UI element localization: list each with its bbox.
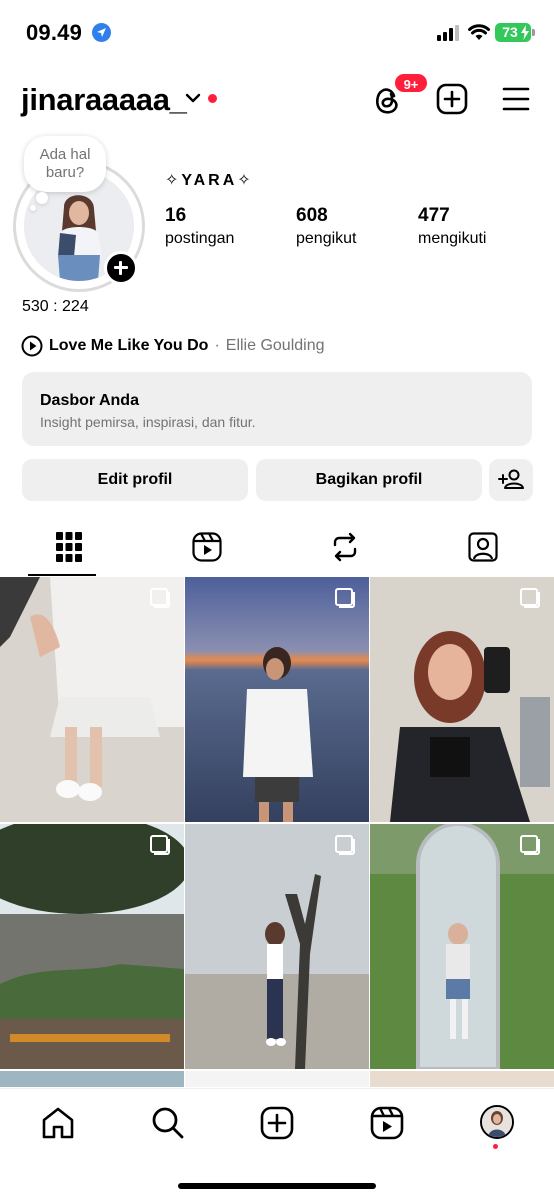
post-thumbnail[interactable] <box>185 1071 369 1087</box>
create-icon[interactable] <box>259 1105 295 1141</box>
carousel-icon <box>335 835 355 855</box>
stat-label: postingan <box>165 230 235 247</box>
note-bubble-tail-small <box>30 205 36 211</box>
stat-followers[interactable]: 608 pengikut <box>296 205 357 248</box>
username[interactable]: jinaraaaaa_ <box>21 82 187 118</box>
dashboard-subtitle: Insight pemirsa, inspirasi, dan fitur. <box>40 414 256 430</box>
tagged-icon <box>468 532 498 562</box>
post-thumbnail[interactable] <box>370 577 554 822</box>
song-artist: Ellie Goulding <box>225 337 325 354</box>
note-bubble[interactable]: Ada hal baru? <box>24 136 106 192</box>
note-bubble-tail <box>36 192 48 204</box>
stat-value: 608 <box>296 205 328 226</box>
repost-icon <box>333 532 357 562</box>
reels-icon[interactable] <box>369 1105 405 1141</box>
share-profile-button[interactable]: Bagikan profil <box>256 459 482 501</box>
tab-posts-grid[interactable] <box>0 522 148 576</box>
profile-notification-dot <box>493 1144 498 1149</box>
song-title: Love Me Like You Do <box>49 337 209 354</box>
stat-label: mengikuti <box>418 230 487 247</box>
carousel-icon <box>520 588 540 608</box>
location-arrow-icon <box>92 23 111 42</box>
stat-value: 16 <box>165 205 187 226</box>
stat-label: pengikut <box>296 230 357 247</box>
battery-indicator: 73 <box>495 23 531 42</box>
stat-following[interactable]: 477 mengikuti <box>418 205 486 248</box>
discover-people-button[interactable] <box>489 459 533 501</box>
carousel-icon <box>335 588 355 608</box>
notification-dot <box>208 94 217 103</box>
threads-badge: 9+ <box>393 72 429 94</box>
search-icon[interactable] <box>150 1105 186 1141</box>
tab-reels[interactable] <box>148 522 296 576</box>
profile-header: jinaraaaaa_ 9+ <box>0 72 554 128</box>
status-bar: 09.49 73 <box>0 0 554 62</box>
edit-profile-button[interactable]: Edit profil <box>22 459 248 501</box>
battery-level: 73 <box>502 24 518 40</box>
battery-cap <box>532 29 535 36</box>
wifi-icon <box>468 24 490 40</box>
post-thumbnail[interactable] <box>0 824 184 1069</box>
status-time: 09.49 <box>26 20 83 45</box>
posts-grid <box>0 577 554 1087</box>
active-tab-indicator <box>28 574 96 576</box>
grid-icon <box>56 532 82 562</box>
tab-tagged[interactable] <box>444 522 554 576</box>
post-thumbnail[interactable] <box>0 1071 184 1087</box>
tab-reposts[interactable] <box>296 522 444 576</box>
post-thumbnail[interactable] <box>370 1071 554 1087</box>
stat-value: 477 <box>418 205 450 226</box>
add-person-icon <box>498 469 524 489</box>
carousel-icon <box>150 835 170 855</box>
chevron-down-icon[interactable] <box>185 92 201 104</box>
professional-dashboard[interactable]: Dasbor Anda Insight pemirsa, inspirasi, … <box>22 372 532 446</box>
charging-bolt-icon <box>521 25 529 40</box>
carousel-icon <box>520 835 540 855</box>
play-circle-icon <box>21 335 43 357</box>
home-indicator <box>178 1183 376 1189</box>
post-thumbnail[interactable] <box>370 824 554 1069</box>
profile-music[interactable]: Love Me Like You Do · Ellie Goulding <box>21 335 325 357</box>
menu-icon[interactable] <box>502 86 530 112</box>
cellular-signal-icon <box>437 25 459 41</box>
bio-text: 530 : 224 <box>22 298 89 315</box>
post-thumbnail[interactable] <box>0 577 184 822</box>
add-story-icon[interactable] <box>104 251 138 285</box>
display-name: ✧YARA✧ <box>165 172 254 189</box>
create-post-icon[interactable] <box>436 83 468 115</box>
profile-tabs <box>0 522 554 576</box>
carousel-icon <box>150 588 170 608</box>
stat-posts[interactable]: 16 postingan <box>165 205 234 248</box>
reels-icon <box>192 532 222 562</box>
music-separator: · <box>214 337 220 354</box>
bottom-navigation <box>0 1088 554 1199</box>
post-thumbnail[interactable] <box>185 577 369 822</box>
home-icon[interactable] <box>40 1105 76 1141</box>
dashboard-title: Dasbor Anda <box>40 392 139 409</box>
profile-avatar[interactable] <box>480 1105 514 1139</box>
post-thumbnail[interactable] <box>185 824 369 1069</box>
